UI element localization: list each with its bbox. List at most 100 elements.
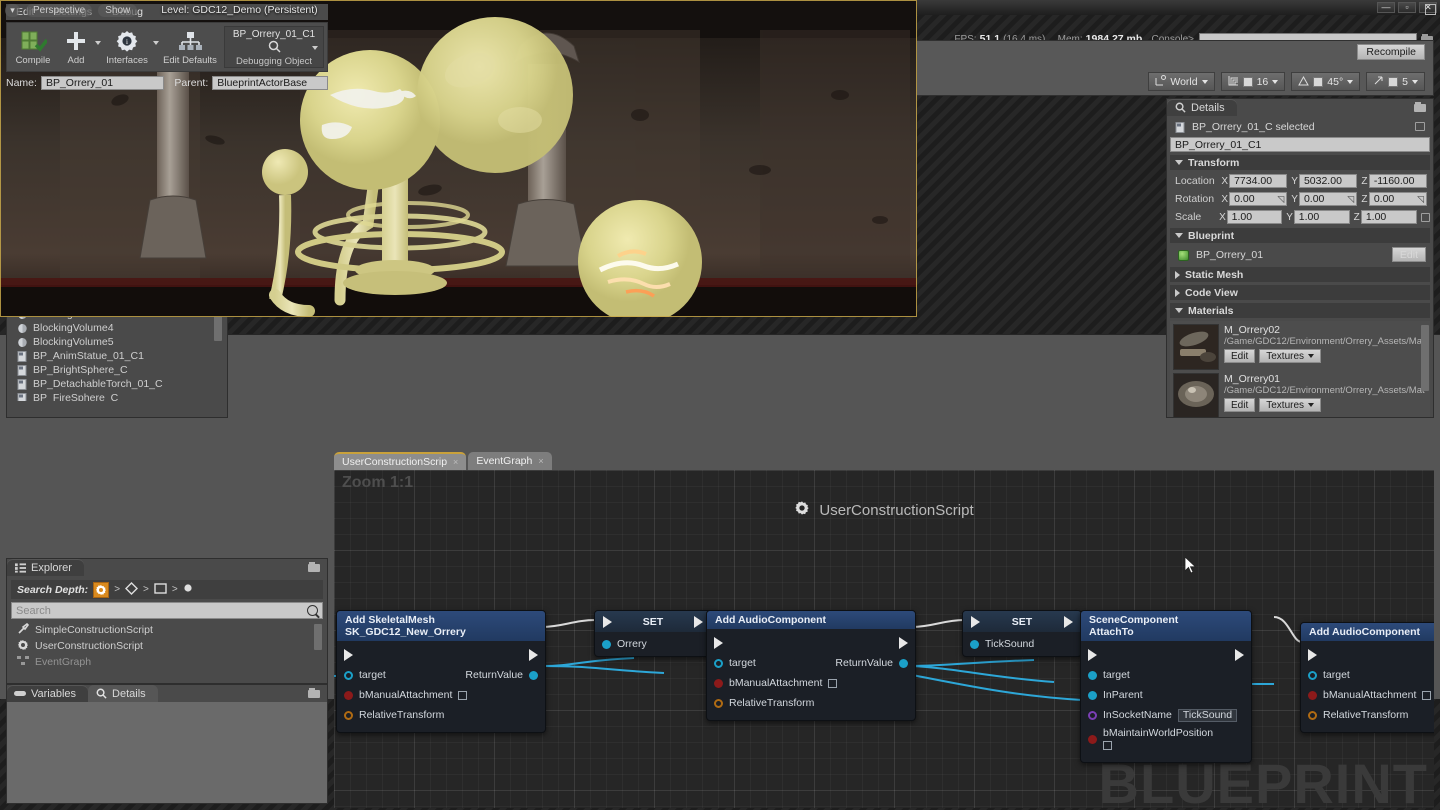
rotation-z-input[interactable]: 0.00 ◹ [1368,192,1427,206]
exec-in-pin[interactable] [1308,649,1317,661]
node-set-orrery[interactable]: SET Orrery [594,610,712,657]
scale-snap-button[interactable]: 5 [1366,72,1425,91]
scale-y-input[interactable]: 1.00 [1293,210,1350,224]
material-edit-button[interactable]: Edit [1224,349,1256,363]
blueprint-edit-button[interactable]: Edit [1391,247,1426,262]
angle-toggle[interactable] [1313,76,1324,87]
coordinate-system-button[interactable]: World [1148,72,1215,91]
pin-relativetransform[interactable]: RelativeTransform [714,697,814,709]
bool-pin-icon[interactable] [344,690,353,700]
node-scenecomponent-attachto[interactable]: SceneComponent AttachTo target InParent … [1080,610,1252,764]
lock-icon[interactable] [1415,122,1425,131]
scale-z-input[interactable]: 1.00 [1360,210,1417,224]
bp-edit-defaults-button[interactable]: Edit Defaults [159,25,221,71]
material-item[interactable]: M_Orrery02 /Game/GDC12/Environment/Orrer… [1173,324,1427,371]
struct-pin-icon[interactable] [714,698,723,708]
viewport-perspective-button[interactable]: Perspective [26,3,93,17]
bp-name-input[interactable]: BP_Orrery_01 [40,75,165,90]
list-item[interactable]: EventGraph [11,654,323,670]
tab-bp-details[interactable]: Details [88,685,158,702]
bp-parent-value[interactable]: BlueprintActorBase [212,75,328,90]
square-icon[interactable] [154,582,167,597]
bmaintainworldposition-checkbox[interactable] [1103,741,1112,751]
list-item[interactable]: BP_DetachableTorch_01_C [11,377,223,391]
exec-out-pin[interactable] [694,615,703,628]
actor-name-input[interactable]: BP_Orrery_01_C1 [1170,137,1430,152]
list-item[interactable]: BlockingVolume5 [11,335,223,349]
object-pin-icon[interactable] [1308,670,1317,680]
scale-toggle[interactable] [1388,76,1399,87]
list-item[interactable]: SimpleConstructionScript [11,622,323,638]
pin-bmanualattachment[interactable]: bManualAttachment [344,689,468,701]
location-y-input[interactable]: 5032.00 [1298,174,1358,188]
static-mesh-section-header[interactable]: Static Mesh [1170,267,1430,282]
pin-bmaintainworldposition[interactable]: bMaintainWorldPosition [1088,727,1213,751]
rotation-widget-icon[interactable]: ◹ [1417,194,1424,205]
pin-relativetransform[interactable]: RelativeTransform [344,709,444,721]
struct-pin-icon[interactable] [344,710,353,720]
recompile-button[interactable]: Recompile [1357,44,1425,60]
object-pin-icon[interactable] [344,670,353,680]
rotation-y-input[interactable]: 0.00 ◹ [1298,192,1358,206]
pin-target[interactable]: target [1308,669,1350,681]
list-item[interactable]: BP_BrightSphere_C [11,363,223,377]
circle-icon[interactable] [183,583,193,596]
panel-menu-icon[interactable] [1414,101,1430,114]
struct-pin-icon[interactable] [1308,710,1317,720]
scale-x-input[interactable]: 1.00 [1226,210,1283,224]
tab-variables[interactable]: Variables [7,685,89,702]
materials-section-header[interactable]: Materials [1170,303,1430,318]
blueprint-graph-canvas[interactable]: Zoom 1:1 UserConstructionScript BLUEPRIN… [334,470,1434,808]
list-item[interactable]: BlockingVolume4 [11,321,223,335]
pin-target[interactable]: target [714,657,756,669]
scale-lock-icon[interactable] [1420,212,1430,222]
object-pin-icon[interactable] [970,639,979,649]
viewport-show-button[interactable]: Show [98,3,138,17]
close-icon[interactable]: × [538,456,543,466]
exec-in-pin[interactable] [714,637,723,649]
pin-bmanualattachment[interactable]: bManualAttachment [1308,689,1432,701]
object-pin-icon[interactable] [714,658,723,668]
blueprint-asset-name[interactable]: BP_Orrery_01 [1196,249,1263,261]
list-item[interactable]: BP_FireSphere_C [11,391,223,401]
location-z-input[interactable]: -1160.00 [1368,174,1427,188]
list-item[interactable]: UserConstructionScript [11,638,323,654]
node-set-ticksound[interactable]: SET TickSound [962,610,1082,657]
pin-target[interactable]: target [1088,669,1130,681]
location-x-input[interactable]: 7734.00 [1229,174,1288,188]
explorer-search-input[interactable]: Search [11,602,323,619]
material-textures-button[interactable]: Textures [1259,349,1322,363]
exec-out-pin[interactable] [1064,615,1073,628]
bmanualattachment-checkbox[interactable] [828,678,838,688]
bool-pin-icon[interactable] [1308,690,1317,700]
chevron-down-icon[interactable] [312,46,318,50]
exec-in-pin[interactable] [344,649,353,661]
material-item[interactable]: M_Orrery01 /Game/GDC12/Environment/Orrer… [1173,373,1427,417]
object-pin-icon[interactable] [1088,670,1097,680]
pin-returnvalue[interactable]: ReturnValue [465,669,538,681]
bool-pin-icon[interactable] [1088,735,1097,745]
close-icon[interactable]: × [453,457,458,467]
materials-list[interactable]: M_Orrery02 /Game/GDC12/Environment/Orrer… [1170,321,1430,417]
pin-returnvalue[interactable]: ReturnValue [835,657,908,669]
bmanualattachment-checkbox[interactable] [458,690,468,700]
pin-insocketname[interactable]: InSocketName TickSound [1088,708,1238,722]
exec-out-pin[interactable] [1235,649,1244,662]
explorer-scrollbar[interactable] [314,624,322,650]
panel-menu-icon[interactable] [308,561,324,574]
tab-eventgraph[interactable]: EventGraph × [468,452,552,470]
object-pin-icon[interactable] [1088,690,1097,700]
viewport-options-button[interactable]: ▾ [5,3,20,17]
exec-in-pin[interactable] [1088,649,1097,662]
grid-toggle[interactable] [1242,76,1253,87]
node-add-audiocomponent-1[interactable]: Add AudioComponent target ReturnValue bM… [706,610,916,721]
rotation-x-input[interactable]: 0.00 ◹ [1229,192,1288,206]
grid-snap-button[interactable]: 16 [1220,72,1286,91]
pin-target[interactable]: target [344,669,386,681]
gear-icon[interactable] [93,581,110,598]
tab-explorer[interactable]: Explorer [7,559,84,576]
diamond-icon[interactable] [125,581,139,598]
exec-in-pin[interactable] [971,615,980,628]
exec-out-pin[interactable] [529,649,538,661]
name-pin-icon[interactable] [1088,710,1097,720]
